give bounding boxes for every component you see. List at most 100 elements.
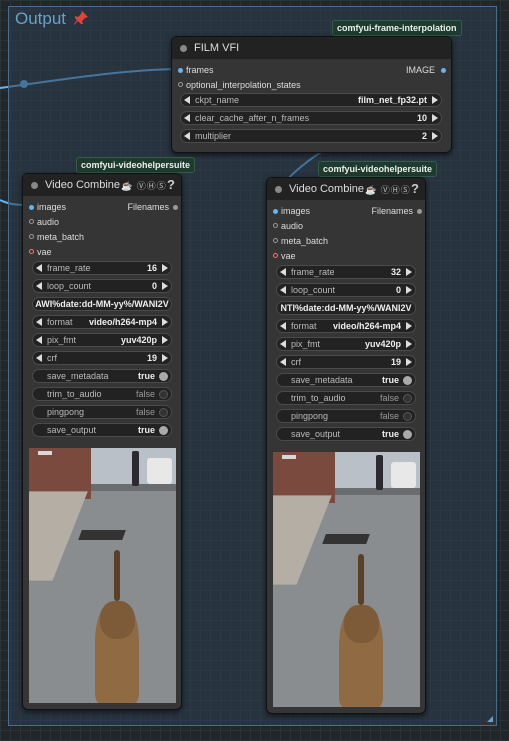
arrow-right-icon[interactable] — [162, 336, 168, 344]
input-images[interactable]: images — [23, 201, 113, 214]
frame-rate-stepper[interactable]: frame_rate 32 — [276, 265, 416, 279]
format-combo[interactable]: format video/h264-mp4 — [276, 319, 416, 333]
arrow-right-icon[interactable] — [162, 354, 168, 362]
pix-fmt-combo[interactable]: pix_fmt yuv420p — [32, 333, 172, 347]
trim-to-audio-toggle[interactable]: trim_to_audio false — [32, 387, 172, 401]
group-resize-handle[interactable] — [487, 716, 493, 722]
clear-cache-stepper[interactable]: clear_cache_after_n_frames 10 — [180, 111, 442, 125]
trim-to-audio-toggle[interactable]: trim_to_audio false — [276, 391, 416, 405]
arrow-right-icon[interactable] — [406, 322, 412, 330]
output-filenames-slot[interactable] — [173, 205, 178, 210]
arrow-left-icon[interactable] — [36, 282, 42, 290]
collapse-dot[interactable] — [31, 182, 38, 189]
toggle-knob[interactable] — [403, 376, 412, 385]
cat-head — [99, 601, 135, 640]
pix-fmt-combo[interactable]: pix_fmt yuv420p — [276, 337, 416, 351]
pushpin-icon[interactable] — [73, 10, 89, 26]
input-vae[interactable]: vae — [23, 246, 113, 259]
save-metadata-toggle[interactable]: save_metadata true — [276, 373, 416, 387]
save-output-toggle[interactable]: save_output true — [32, 423, 172, 437]
arrow-left-icon[interactable] — [280, 268, 286, 276]
save-metadata-toggle[interactable]: save_metadata true — [32, 369, 172, 383]
input-meta-batch[interactable]: meta_batch — [267, 235, 357, 248]
node-header[interactable]: FILM VFI — [172, 37, 451, 59]
filename-prefix-field[interactable]: AWI%date:dd-MM-yy%/WANI2V — [32, 297, 172, 311]
arrow-right-icon[interactable] — [162, 282, 168, 290]
arrow-right-icon[interactable] — [406, 340, 412, 348]
multiplier-stepper[interactable]: multiplier 2 — [180, 129, 442, 143]
video-combine-node-1[interactable]: Video Combine ☕ ⓋⒽⓈ ? images audio meta_… — [22, 173, 182, 710]
save-output-toggle[interactable]: save_output true — [276, 427, 416, 441]
crf-stepper[interactable]: crf 19 — [276, 355, 416, 369]
slot-dot[interactable] — [29, 219, 34, 224]
arrow-left-icon[interactable] — [280, 340, 286, 348]
arrow-left-icon[interactable] — [184, 114, 190, 122]
video-preview[interactable] — [273, 452, 420, 707]
input-images[interactable]: images — [267, 205, 357, 218]
loop-count-stepper[interactable]: loop_count 0 — [276, 283, 416, 297]
help-icon[interactable]: ? — [167, 177, 175, 192]
arrow-left-icon[interactable] — [280, 358, 286, 366]
node-header[interactable]: Video Combine ☕ ⓋⒽⓈ ? — [23, 174, 181, 196]
arrow-left-icon[interactable] — [36, 264, 42, 272]
arrow-left-icon[interactable] — [280, 322, 286, 330]
video-preview[interactable] — [29, 448, 176, 703]
toggle-knob[interactable] — [159, 372, 168, 381]
arrow-right-icon[interactable] — [432, 96, 438, 104]
slot-dot[interactable] — [178, 68, 183, 73]
drain-grate — [78, 529, 127, 540]
car — [390, 462, 416, 488]
arrow-right-icon[interactable] — [162, 318, 168, 326]
arrow-left-icon[interactable] — [184, 132, 190, 140]
input-meta-batch[interactable]: meta_batch — [23, 231, 113, 244]
output-image-slot[interactable] — [441, 68, 446, 73]
collapse-dot[interactable] — [180, 45, 187, 52]
pingpong-toggle[interactable]: pingpong false — [32, 405, 172, 419]
arrow-right-icon[interactable] — [406, 358, 412, 366]
toggle-knob[interactable] — [403, 430, 412, 439]
node-title: Video Combine — [289, 183, 365, 195]
film-vfi-node[interactable]: FILM VFI frames optional_interpolation_s… — [171, 36, 452, 153]
toggle-knob[interactable] — [403, 412, 412, 421]
ckpt-name-combo[interactable]: ckpt_name film_net_fp32.pt — [180, 93, 442, 107]
arrow-right-icon[interactable] — [406, 286, 412, 294]
pingpong-toggle[interactable]: pingpong false — [276, 409, 416, 423]
slot-dot[interactable] — [273, 223, 278, 228]
input-vae[interactable]: vae — [267, 250, 357, 263]
node-header[interactable]: Video Combine ☕ ⓋⒽⓈ ? — [267, 178, 425, 200]
slot-dot[interactable] — [273, 209, 278, 214]
slot-dot[interactable] — [273, 238, 278, 243]
format-combo[interactable]: format video/h264-mp4 — [32, 315, 172, 329]
output-image-label: IMAGE — [405, 65, 435, 75]
slot-dot[interactable] — [29, 234, 34, 239]
arrow-right-icon[interactable] — [432, 132, 438, 140]
output-filenames-slot[interactable] — [417, 209, 422, 214]
input-optional-interpolation-states[interactable]: optional_interpolation_states — [172, 79, 372, 92]
arrow-right-icon[interactable] — [162, 264, 168, 272]
arrow-left-icon[interactable] — [36, 336, 42, 344]
arrow-left-icon[interactable] — [36, 318, 42, 326]
loop-count-stepper[interactable]: loop_count 0 — [32, 279, 172, 293]
filename-prefix-field[interactable]: NTI%date:dd-MM-yy%/WANI2V — [276, 301, 416, 315]
slot-dot[interactable] — [29, 249, 34, 254]
arrow-left-icon[interactable] — [36, 354, 42, 362]
input-audio[interactable]: audio — [267, 220, 357, 233]
arrow-left-icon[interactable] — [280, 286, 286, 294]
arrow-right-icon[interactable] — [432, 114, 438, 122]
slot-dot[interactable] — [273, 253, 278, 258]
slot-dot[interactable] — [178, 82, 183, 87]
arrow-left-icon[interactable] — [184, 96, 190, 104]
video-combine-node-2[interactable]: Video Combine ☕ ⓋⒽⓈ ? images audio meta_… — [266, 177, 426, 714]
collapse-dot[interactable] — [275, 186, 282, 193]
help-icon[interactable]: ? — [411, 181, 419, 196]
toggle-knob[interactable] — [159, 390, 168, 399]
toggle-knob[interactable] — [159, 426, 168, 435]
toggle-knob[interactable] — [403, 394, 412, 403]
toggle-knob[interactable] — [159, 408, 168, 417]
slot-dot[interactable] — [29, 205, 34, 210]
input-audio[interactable]: audio — [23, 216, 113, 229]
input-frames[interactable]: frames — [172, 64, 322, 77]
arrow-right-icon[interactable] — [406, 268, 412, 276]
frame-rate-stepper[interactable]: frame_rate 16 — [32, 261, 172, 275]
crf-stepper[interactable]: crf 19 — [32, 351, 172, 365]
